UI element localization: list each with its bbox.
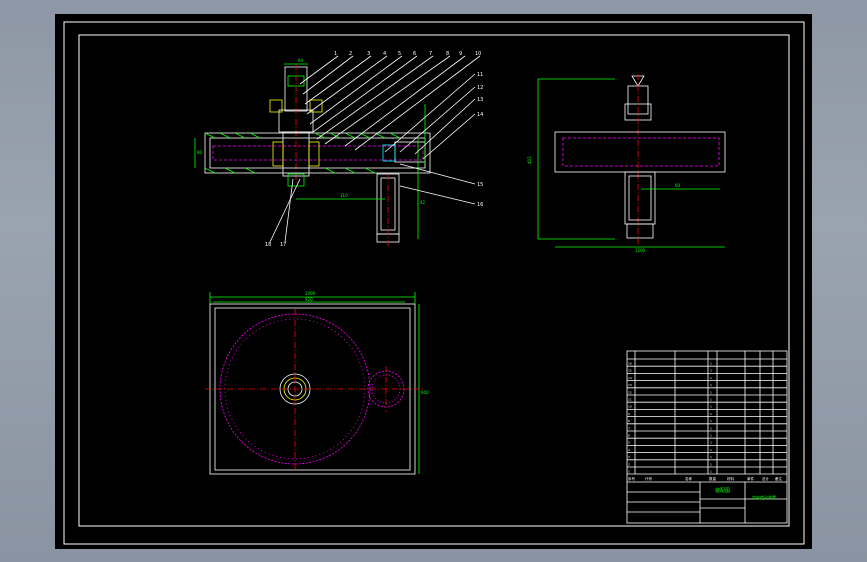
part-row-index: 3 — [628, 455, 630, 459]
header-cell: 总计 — [762, 476, 770, 481]
part-row-index: 14 — [628, 376, 632, 380]
dim-side-3: 80 — [197, 150, 203, 155]
balloon-14: 14 — [477, 112, 483, 118]
balloon-7: 7 — [429, 51, 432, 57]
header-cell: 数量 — [709, 476, 717, 481]
part-row-qty: 1 — [710, 398, 712, 402]
balloon-18: 18 — [265, 242, 271, 248]
dim-right-shaft: 60 — [675, 183, 681, 188]
assembly-drawing: 310 64 80 42 1 2 3 4 5 6 7 8 9 10 11 12 … — [63, 21, 805, 545]
part-row-qty: 1 — [710, 412, 712, 416]
part-row-qty: 1 — [710, 434, 712, 438]
part-row-index: 15 — [628, 369, 632, 373]
part-row-index: 6 — [628, 434, 630, 438]
balloon-9: 9 — [459, 51, 462, 57]
balloon-10: 10 — [475, 51, 481, 57]
balloon-1: 1 — [334, 51, 337, 57]
plan-view: 1000 920 600 — [205, 291, 429, 475]
drawing-name: 齿轮传动装置 — [752, 494, 776, 500]
balloon-5: 5 — [398, 51, 401, 57]
part-row-index: 8 — [628, 419, 630, 423]
dim-plan-width: 1000 — [305, 291, 316, 296]
header-cell: 名称 — [685, 476, 693, 481]
part-row-index: 4 — [628, 448, 630, 452]
dim-right-height: 402 — [527, 156, 532, 164]
dim-right-width: 1200 — [635, 248, 646, 253]
balloon-2: 2 — [349, 51, 352, 57]
header-cell: 单件 — [747, 476, 755, 481]
part-row-index: 10 — [628, 405, 632, 409]
part-row-qty: 1 — [710, 369, 712, 373]
part-row-index: 1 — [628, 470, 630, 474]
title-block: 装配图 齿轮传动装置 序号 代号 名称 数量 材料 单件 总计 备注 16 115 114 113 1… — [626, 350, 788, 524]
part-row-index: 5 — [628, 441, 630, 445]
part-row-qty: 1 — [710, 383, 712, 387]
part-row-index: 11 — [628, 398, 632, 402]
part-row-qty: 1 — [710, 405, 712, 409]
dim-plan-height: 600 — [421, 390, 429, 395]
balloon-17: 17 — [280, 242, 286, 248]
part-row-index: 9 — [628, 412, 630, 416]
part-row-qty: 1 — [710, 455, 712, 459]
header-cell: 序号 — [628, 476, 636, 481]
part-row-index: 12 — [628, 390, 632, 394]
outer-frame — [63, 21, 805, 545]
header-cell: 材料 — [727, 476, 735, 481]
dim-side-1: 310 — [340, 193, 348, 198]
section-view: 310 64 80 42 1 2 3 4 5 6 7 8 9 10 11 12 … — [194, 51, 483, 248]
dim-side-4: 42 — [420, 200, 426, 205]
header-cell: 备注 — [775, 476, 783, 481]
part-row-qty: 1 — [710, 362, 712, 366]
dim-side-2: 64 — [298, 58, 304, 63]
balloon-11: 11 — [477, 72, 483, 78]
balloon-16: 16 — [477, 202, 483, 208]
part-row-index: 13 — [628, 383, 632, 387]
balloon-8: 8 — [446, 51, 449, 57]
part-row-qty: 1 — [710, 441, 712, 445]
balloon-12: 12 — [477, 85, 483, 91]
balloon-4: 4 — [383, 51, 386, 57]
header-cell: 代号 — [645, 476, 653, 481]
part-row-index: 16 — [628, 362, 632, 366]
part-row-qty: 1 — [710, 419, 712, 423]
dim-plan-inner: 920 — [305, 297, 313, 302]
balloon-15: 15 — [477, 182, 483, 188]
part-row-qty: 1 — [710, 390, 712, 394]
title-green: 装配图 — [715, 487, 730, 494]
balloon-3: 3 — [367, 51, 370, 57]
cad-viewport[interactable]: 310 64 80 42 1 2 3 4 5 6 7 8 9 10 11 12 … — [55, 14, 812, 549]
part-row-qty: 1 — [710, 376, 712, 380]
side-view: 402 1200 60 — [527, 74, 726, 253]
part-row-index: 2 — [628, 462, 630, 466]
part-row-qty: 1 — [710, 470, 712, 474]
part-row-qty: 1 — [710, 426, 712, 430]
balloon-6: 6 — [413, 51, 416, 57]
part-row-index: 7 — [628, 426, 630, 430]
part-row-qty: 1 — [710, 448, 712, 452]
part-row-qty: 1 — [710, 462, 712, 466]
balloon-13: 13 — [477, 97, 483, 103]
